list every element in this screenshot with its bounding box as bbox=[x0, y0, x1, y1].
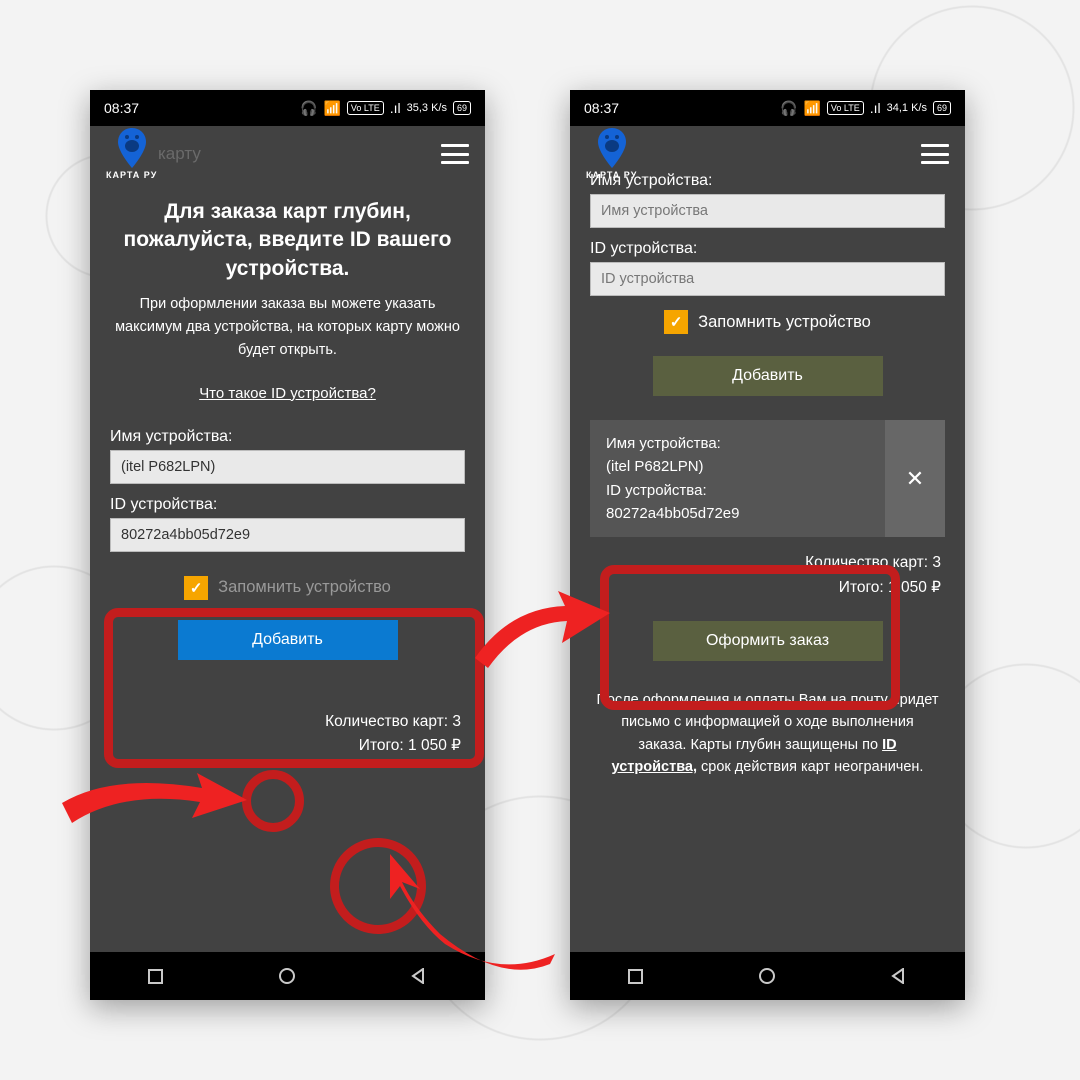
card-name-value: (itel P682LPN) bbox=[606, 455, 869, 478]
battery-icon: 69 bbox=[933, 101, 951, 115]
qty-label: Количество карт: 3 bbox=[590, 551, 941, 576]
nav-recent-button[interactable] bbox=[628, 969, 643, 984]
footer-note: После оформления и оплаты Вам на почту п… bbox=[590, 689, 945, 779]
nav-home-button[interactable] bbox=[279, 968, 295, 984]
logo-pin-icon bbox=[116, 128, 148, 168]
remove-device-button[interactable]: ✕ bbox=[885, 420, 945, 537]
menu-button[interactable] bbox=[921, 144, 949, 164]
logo-text: КАРТА РУ bbox=[106, 170, 157, 180]
phone-screenshot-left: 08:37 🎧 📶 Vo LTE .ıl 35,3 K/s 69 карту К… bbox=[90, 90, 485, 1000]
battery-icon: 69 bbox=[453, 101, 471, 115]
qty-label: Количество карт: 3 bbox=[110, 710, 461, 735]
nav-home-button[interactable] bbox=[759, 968, 775, 984]
saved-device-card: Имя устройства: (itel P682LPN) ID устрой… bbox=[590, 420, 945, 537]
device-name-input[interactable] bbox=[110, 450, 465, 484]
app-logo: КАРТА РУ bbox=[106, 128, 157, 180]
device-id-input[interactable] bbox=[110, 518, 465, 552]
signal-icon: .ıl bbox=[870, 100, 881, 116]
total-label: Итого: 1 050 ₽ bbox=[590, 576, 941, 601]
app-header: КАРТА РУ bbox=[570, 126, 965, 182]
status-icons: 🎧 📶 Vo LTE .ıl 34,1 K/s 69 bbox=[780, 100, 951, 117]
menu-button[interactable] bbox=[441, 144, 469, 164]
total-label: Итого: 1 050 ₽ bbox=[110, 734, 461, 759]
remember-checkbox-label: Запомнить устройство bbox=[698, 313, 871, 332]
logo-pin-icon bbox=[596, 128, 628, 168]
net-speed: 35,3 K/s bbox=[407, 102, 447, 114]
headphones-icon: 🎧 bbox=[780, 100, 797, 117]
remember-checkbox[interactable] bbox=[184, 576, 208, 600]
nav-back-button[interactable] bbox=[411, 968, 427, 984]
device-id-label: ID устройства: bbox=[590, 240, 945, 258]
device-id-label: ID устройства: bbox=[110, 496, 465, 514]
android-nav-bar bbox=[90, 952, 485, 1000]
card-id-label: ID устройства: bbox=[606, 479, 869, 502]
status-icons: 🎧 📶 Vo LTE .ıl 35,3 K/s 69 bbox=[300, 100, 471, 117]
page-title: Для заказа карт глубин, пожалуйста, введ… bbox=[110, 198, 465, 283]
status-time: 08:37 bbox=[584, 100, 619, 116]
add-button[interactable]: Добавить bbox=[178, 620, 398, 660]
app-logo: КАРТА РУ bbox=[586, 128, 637, 180]
checkout-button[interactable]: Оформить заказ bbox=[653, 621, 883, 661]
nav-recent-button[interactable] bbox=[148, 969, 163, 984]
what-is-id-link[interactable]: Что такое ID устройства? bbox=[110, 385, 465, 402]
headphones-icon: 🎧 bbox=[300, 100, 317, 117]
phone-screenshot-right: 08:37 🎧 📶 Vo LTE .ıl 34,1 K/s 69 КАРТА Р… bbox=[570, 90, 965, 1000]
signal-icon: .ıl bbox=[390, 100, 401, 116]
logo-text: КАРТА РУ bbox=[586, 170, 637, 180]
device-id-input[interactable] bbox=[590, 262, 945, 296]
lte-icon: Vo LTE bbox=[827, 101, 864, 115]
header-faded-text: карту bbox=[158, 144, 201, 164]
remember-checkbox[interactable] bbox=[664, 310, 688, 334]
android-nav-bar bbox=[570, 952, 965, 1000]
status-time: 08:37 bbox=[104, 100, 139, 116]
card-id-value: 80272a4bb05d72e9 bbox=[606, 502, 869, 525]
device-name-label: Имя устройства: bbox=[110, 428, 465, 446]
status-bar: 08:37 🎧 📶 Vo LTE .ıl 35,3 K/s 69 bbox=[90, 90, 485, 126]
wifi-icon: 📶 bbox=[323, 100, 340, 117]
footer-text-b: срок действия карт неограничен. bbox=[697, 759, 923, 775]
device-name-input[interactable] bbox=[590, 194, 945, 228]
net-speed: 34,1 K/s bbox=[887, 102, 927, 114]
add-button[interactable]: Добавить bbox=[653, 356, 883, 396]
nav-back-button[interactable] bbox=[891, 968, 907, 984]
wifi-icon: 📶 bbox=[803, 100, 820, 117]
page-subtitle: При оформлении заказа вы можете указать … bbox=[110, 293, 465, 363]
remember-checkbox-label: Запомнить устройство bbox=[218, 578, 391, 597]
app-header: карту КАРТА РУ bbox=[90, 126, 485, 182]
card-name-label: Имя устройства: bbox=[606, 432, 869, 455]
status-bar: 08:37 🎧 📶 Vo LTE .ıl 34,1 K/s 69 bbox=[570, 90, 965, 126]
lte-icon: Vo LTE bbox=[347, 101, 384, 115]
close-icon: ✕ bbox=[906, 466, 924, 492]
